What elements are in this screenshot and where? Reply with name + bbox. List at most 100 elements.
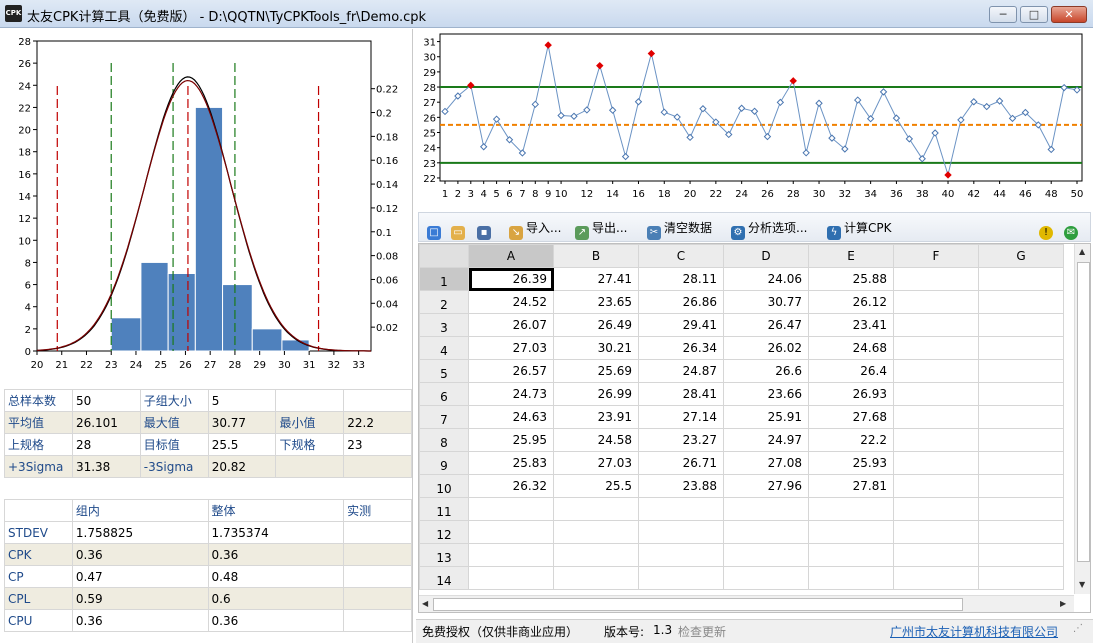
row-header[interactable]: 10: [419, 474, 469, 498]
grid-cell[interactable]: 23.27: [638, 428, 724, 452]
grid-cell[interactable]: 28.11: [638, 267, 724, 291]
grid-cell[interactable]: 24.97: [723, 428, 809, 452]
grid-cell[interactable]: 30.77: [723, 290, 809, 314]
analysis-options-button[interactable]: ⚙ 分析选项...: [731, 219, 807, 240]
grid-cell[interactable]: [553, 520, 639, 544]
grid-cell[interactable]: 24.06: [723, 267, 809, 291]
grid-cell[interactable]: [978, 267, 1064, 291]
grid-cell[interactable]: [893, 290, 979, 314]
grid-cell[interactable]: [468, 520, 554, 544]
grid-cell[interactable]: 24.63: [468, 405, 554, 429]
grid-cell[interactable]: [553, 543, 639, 567]
grid-cell[interactable]: 25.95: [468, 428, 554, 452]
grid-cell[interactable]: [893, 566, 979, 590]
grid-cell[interactable]: [723, 520, 809, 544]
grid-cell[interactable]: [893, 267, 979, 291]
grid-cell[interactable]: [468, 543, 554, 567]
grid-cell[interactable]: [893, 543, 979, 567]
grid-cell[interactable]: 28.41: [638, 382, 724, 406]
grid-cell[interactable]: 25.91: [723, 405, 809, 429]
grid-cell[interactable]: 26.12: [808, 290, 894, 314]
save-button[interactable]: ▪: [477, 219, 494, 240]
grid-cell[interactable]: 27.81: [808, 474, 894, 498]
grid-cell[interactable]: [978, 543, 1064, 567]
row-header[interactable]: 3: [419, 313, 469, 337]
scroll-up-icon[interactable]: ▲: [1079, 247, 1085, 256]
warning-button[interactable]: !: [1039, 219, 1056, 240]
grid-cell[interactable]: 24.87: [638, 359, 724, 383]
grid-cell[interactable]: [893, 359, 979, 383]
data-grid[interactable]: A B C D E F G 1 26.39 27.41 28.11 24.06 25.88 2 24.52 2…: [418, 243, 1091, 613]
grid-cell[interactable]: [978, 313, 1064, 337]
grid-cell[interactable]: [978, 497, 1064, 521]
resize-grip-icon[interactable]: ⋰: [1073, 623, 1083, 634]
column-header[interactable]: G: [978, 244, 1064, 268]
grid-cell[interactable]: [553, 566, 639, 590]
scroll-down-icon[interactable]: ▼: [1079, 580, 1085, 589]
mail-button[interactable]: ✉: [1064, 219, 1081, 240]
grid-cell[interactable]: [638, 520, 724, 544]
grid-cell[interactable]: [723, 497, 809, 521]
grid-cell[interactable]: 27.68: [808, 405, 894, 429]
open-button[interactable]: ▭: [451, 219, 468, 240]
grid-cell[interactable]: [893, 474, 979, 498]
grid-cell[interactable]: [978, 520, 1064, 544]
row-header[interactable]: 4: [419, 336, 469, 360]
grid-cell[interactable]: [808, 566, 894, 590]
grid-cell[interactable]: [468, 566, 554, 590]
horizontal-scroll-thumb[interactable]: [433, 598, 963, 611]
grid-cell[interactable]: [978, 290, 1064, 314]
grid-cell[interactable]: [978, 382, 1064, 406]
grid-cell[interactable]: [893, 405, 979, 429]
vertical-scrollbar[interactable]: ▲ ▼: [1074, 244, 1090, 594]
grid-cell[interactable]: [893, 382, 979, 406]
grid-cell[interactable]: 25.83: [468, 451, 554, 475]
grid-cell[interactable]: 26.71: [638, 451, 724, 475]
grid-cell[interactable]: 25.93: [808, 451, 894, 475]
grid-cell[interactable]: 26.93: [808, 382, 894, 406]
grid-cell[interactable]: 27.96: [723, 474, 809, 498]
grid-cell[interactable]: [808, 543, 894, 567]
grid-cell[interactable]: 25.69: [553, 359, 639, 383]
check-update-link[interactable]: 检查更新: [678, 623, 726, 640]
grid-cell[interactable]: [808, 497, 894, 521]
grid-cell[interactable]: [893, 336, 979, 360]
row-header[interactable]: 6: [419, 382, 469, 406]
scroll-left-icon[interactable]: ◀: [422, 599, 428, 608]
column-header[interactable]: B: [553, 244, 639, 268]
grid-cell[interactable]: 24.52: [468, 290, 554, 314]
company-link[interactable]: 广州市太友计算机科技有限公司: [890, 623, 1058, 640]
grid-corner[interactable]: [419, 244, 469, 268]
column-header[interactable]: F: [893, 244, 979, 268]
column-header[interactable]: D: [723, 244, 809, 268]
row-header[interactable]: 7: [419, 405, 469, 429]
scroll-right-icon[interactable]: ▶: [1060, 599, 1066, 608]
export-button[interactable]: ↗ 导出...: [575, 219, 627, 240]
grid-cell[interactable]: 23.91: [553, 405, 639, 429]
grid-cell[interactable]: 23.88: [638, 474, 724, 498]
minimize-button[interactable]: ─: [989, 6, 1017, 23]
grid-cell[interactable]: 26.07: [468, 313, 554, 337]
grid-cell[interactable]: 23.65: [553, 290, 639, 314]
row-header[interactable]: 11: [419, 497, 469, 521]
grid-cell[interactable]: 26.47: [723, 313, 809, 337]
grid-cell[interactable]: [468, 497, 554, 521]
row-header[interactable]: 14: [419, 566, 469, 590]
close-button[interactable]: ✕: [1051, 6, 1087, 23]
horizontal-scrollbar[interactable]: ◀ ▶: [419, 595, 1074, 612]
row-header[interactable]: 5: [419, 359, 469, 383]
grid-cell[interactable]: 25.5: [553, 474, 639, 498]
row-header[interactable]: 12: [419, 520, 469, 544]
grid-cell[interactable]: 27.03: [553, 451, 639, 475]
grid-cell[interactable]: [808, 520, 894, 544]
grid-cell[interactable]: [893, 428, 979, 452]
grid-cell[interactable]: [638, 497, 724, 521]
grid-cell[interactable]: 29.41: [638, 313, 724, 337]
row-header[interactable]: 13: [419, 543, 469, 567]
grid-cell[interactable]: [723, 566, 809, 590]
grid-cell[interactable]: 27.41: [553, 267, 639, 291]
grid-cell[interactable]: [893, 451, 979, 475]
row-header[interactable]: 1: [419, 267, 469, 291]
grid-cell[interactable]: [893, 520, 979, 544]
grid-cell[interactable]: 25.88: [808, 267, 894, 291]
